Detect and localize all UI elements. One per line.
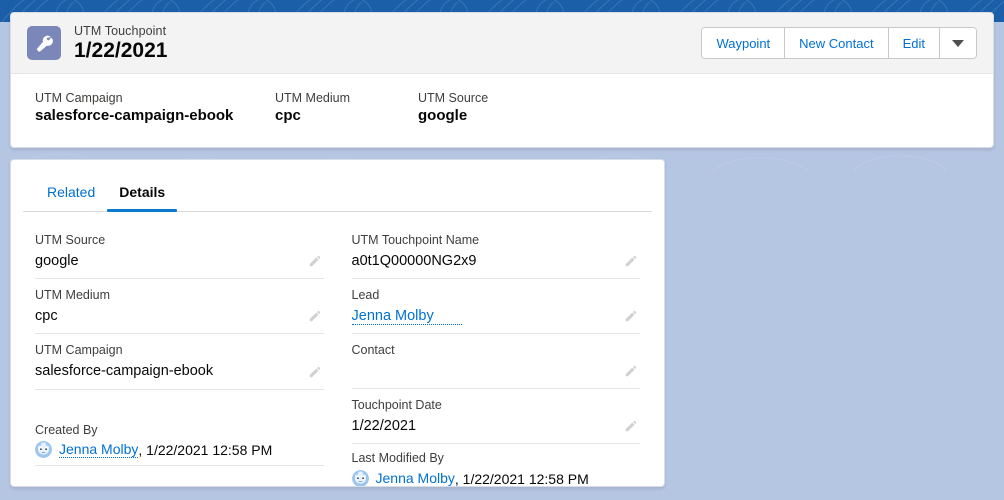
highlights-panel: UTM Touchpoint 1/22/2021 Waypoint New Co…: [10, 12, 994, 148]
field-value-wrapper: Jenna Molby: [351, 306, 641, 326]
field-lead: Lead Jenna Molby: [351, 279, 641, 335]
field-label: Lead: [351, 288, 380, 303]
details-left-column: UTM Source google UTM Medium cpc UTM Cam…: [35, 224, 324, 486]
field-label: Last Modified By: [351, 451, 444, 466]
highlight-label: UTM Campaign: [35, 91, 123, 105]
field-utm-medium: UTM Medium cpc: [35, 279, 324, 335]
field-created-by: Created By Jenna Molby , 1/22/2021 12:58…: [35, 416, 324, 467]
record-header: UTM Touchpoint 1/22/2021 Waypoint New Co…: [11, 13, 993, 74]
highlight-label: UTM Source: [418, 91, 489, 105]
field-label: Touchpoint Date: [351, 398, 442, 413]
field-value: 1/22/2021: [351, 418, 417, 435]
field-label: UTM Source: [35, 233, 106, 247]
last-modified-by-timestamp: , 1/22/2021 12:58 PM: [454, 470, 589, 487]
highlight-field-utm-campaign: UTM Campaign salesforce-campaign-ebook: [35, 91, 275, 124]
field-value: a0t1Q00000NG2x9: [351, 252, 477, 269]
field-value: salesforce-campaign-ebook: [35, 363, 214, 380]
field-utm-source: UTM Source google: [35, 224, 324, 280]
user-avatar-icon: [351, 470, 369, 486]
highlight-value: salesforce-campaign-ebook: [35, 107, 234, 124]
pencil-icon[interactable]: [308, 254, 322, 268]
pencil-icon[interactable]: [624, 364, 638, 378]
field-label: UTM Medium: [35, 288, 111, 303]
last-modified-by-user-link[interactable]: Jenna Molby: [376, 470, 455, 486]
highlight-value: google: [418, 107, 468, 124]
chevron-down-icon: [952, 39, 964, 47]
waypoint-button[interactable]: Waypoint: [702, 28, 786, 58]
field-value: [352, 361, 641, 381]
pencil-icon[interactable]: [624, 309, 638, 323]
field-touchpoint-date: Touchpoint Date 1/22/2021: [351, 389, 640, 445]
record-action-button-group: Waypoint New Contact Edit: [701, 27, 977, 59]
pencil-icon[interactable]: [624, 254, 638, 268]
created-by-user-link[interactable]: Jenna Molby: [59, 441, 139, 459]
pencil-icon[interactable]: [624, 419, 638, 433]
created-by-value: Jenna Molby , 1/22/2021 12:58 PM: [35, 441, 324, 459]
tab-related[interactable]: Related: [35, 184, 107, 211]
field-contact: Contact: [351, 334, 641, 390]
page-title: 1/22/2021: [74, 38, 168, 62]
created-by-timestamp: , 1/22/2021 12:58 PM: [138, 441, 273, 458]
highlight-field-utm-source: UTM Source google: [418, 91, 618, 124]
details-right-column: UTM Touchpoint Name a0t1Q00000NG2x9 Lead…: [351, 224, 641, 487]
highlight-fields-row: UTM Campaign salesforce-campaign-ebook U…: [11, 74, 993, 124]
column-spacer: [35, 390, 324, 416]
new-contact-button[interactable]: New Contact: [785, 28, 889, 58]
edit-button[interactable]: Edit: [888, 28, 940, 58]
details-field-grid: UTM Source google UTM Medium cpc UTM Cam…: [11, 212, 664, 487]
field-label: UTM Campaign: [35, 343, 123, 358]
record-type-label: UTM Touchpoint: [74, 23, 167, 38]
highlight-value: cpc: [275, 107, 301, 124]
field-label: Contact: [351, 343, 395, 358]
last-modified-by-value: Jenna Molby , 1/22/2021 12:58 PM: [351, 470, 641, 487]
pencil-icon[interactable]: [308, 309, 322, 323]
user-avatar-icon: [35, 441, 52, 459]
more-actions-button[interactable]: [940, 28, 976, 58]
wrench-icon: [27, 26, 61, 60]
tab-details[interactable]: Details: [107, 184, 178, 212]
lead-link[interactable]: Jenna Molby: [351, 308, 462, 326]
pencil-icon[interactable]: [308, 365, 322, 379]
tab-bar: Related Details: [23, 168, 652, 212]
field-value: google: [35, 252, 79, 269]
highlight-field-utm-medium: UTM Medium cpc: [275, 91, 418, 124]
record-title-block: UTM Touchpoint 1/22/2021: [74, 24, 701, 63]
field-value: cpc: [35, 308, 58, 325]
details-panel: Related Details UTM Source google UTM Me…: [10, 159, 665, 487]
field-label: Created By: [35, 422, 98, 437]
field-utm-campaign: UTM Campaign salesforce-campaign-ebook: [35, 334, 324, 390]
field-label: UTM Touchpoint Name: [351, 233, 480, 247]
field-utm-touchpoint-name: UTM Touchpoint Name a0t1Q00000NG2x9: [351, 224, 640, 280]
field-last-modified-by: Last Modified By Jenna Molby , 1/22/2021…: [351, 444, 641, 487]
highlight-label: UTM Medium: [275, 91, 351, 105]
